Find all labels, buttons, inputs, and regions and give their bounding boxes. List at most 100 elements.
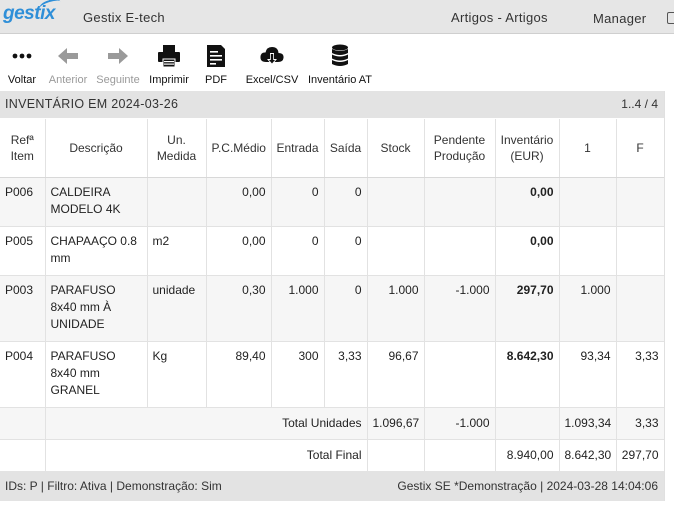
print-button[interactable]: Imprimir: [146, 35, 192, 90]
total-units-empty-cell: [0, 407, 46, 440]
cell-col-f: 3,33: [616, 341, 665, 408]
header-pc-medio-text: P.C.Médio: [211, 140, 266, 155]
user-menu[interactable]: Manager: [593, 11, 646, 26]
pdf-button[interactable]: PDF: [198, 35, 234, 90]
cell-pendente: [424, 226, 496, 276]
print-button-label: Imprimir: [149, 74, 189, 86]
header-descricao-text: Descrição: [69, 140, 123, 155]
column-header-stock[interactable]: Stock: [367, 119, 425, 178]
module-title: Artigos - Artigos: [451, 10, 548, 25]
filter-status: IDs: P | Filtro: Ativa | Demonstração: S…: [5, 479, 222, 493]
next-button[interactable]: Seguinte: [94, 35, 142, 90]
header-inventario-text: Inventário (EUR): [500, 132, 554, 163]
cell-stock: 1.000: [367, 275, 425, 342]
cell-ref: P004: [0, 341, 46, 408]
total-final-col-1: 8.642,30: [559, 439, 617, 472]
cell-inventario: 8.642,30: [495, 341, 560, 408]
cell-entrada: 0: [271, 226, 325, 276]
cell-col-1: 93,34: [559, 341, 617, 408]
inventario-at-button-label: Inventário AT: [308, 74, 372, 86]
cell-ref: P006: [0, 177, 46, 227]
column-header-ref[interactable]: Refª Item: [0, 119, 46, 178]
total-units-row: Total Unidades 1.096,67 -1.000 1.093,34 …: [0, 407, 665, 440]
table-row[interactable]: P003 PARAFUSO 8x40 mm À UNIDADE unidade …: [0, 275, 665, 342]
excel-csv-button-label: Excel/CSV: [245, 74, 299, 86]
column-header-unidade[interactable]: Un. Medida: [147, 119, 207, 178]
cell-inventario: 0,00: [495, 177, 560, 227]
header-unidade-text: Un. Medida: [156, 132, 197, 163]
inventario-at-button[interactable]: Inventário AT: [306, 35, 374, 90]
cell-ref: P005: [0, 226, 46, 276]
column-header-1[interactable]: 1: [559, 119, 617, 178]
gestix-logo[interactable]: gestix: [3, 0, 63, 25]
cell-pc-medio: 0,30: [206, 275, 272, 342]
header-ref-text: Refª Item: [10, 132, 34, 163]
cell-descricao: PARAFUSO 8x40 mm À UNIDADE: [45, 275, 148, 342]
previous-button-label: Anterior: [48, 74, 88, 86]
cell-inventario: 297,70: [495, 275, 560, 342]
cell-pendente: [424, 341, 496, 408]
total-final-empty-pendente: [424, 439, 496, 472]
column-header-entrada[interactable]: Entrada: [271, 119, 325, 178]
column-header-inventario[interactable]: Inventário (EUR): [495, 119, 560, 178]
cell-stock: [367, 177, 425, 227]
logout-icon[interactable]: [667, 12, 674, 24]
cell-descricao: PARAFUSO 8x40 mm GRANEL: [45, 341, 148, 408]
cell-col-f: [616, 177, 665, 227]
table-row[interactable]: P006 CALDEIRA MODELO 4K 0,00 0 0 0,00: [0, 177, 665, 227]
arrow-left-icon: [58, 48, 78, 64]
header-1-text: 1: [584, 140, 591, 155]
pdf-button-label: PDF: [205, 74, 227, 86]
cell-descricao: CALDEIRA MODELO 4K: [45, 177, 148, 227]
cell-entrada: 0: [271, 177, 325, 227]
cell-pc-medio: 89,40: [206, 341, 272, 408]
total-units-pendente: -1.000: [424, 407, 496, 440]
cell-unidade: m2: [147, 226, 207, 276]
cloud-download-icon: [260, 47, 284, 65]
total-units-inventario: [495, 407, 560, 440]
header-f-text: F: [636, 140, 644, 155]
total-final-row: Total Final 8.940,00 8.642,30 297,70: [0, 439, 665, 472]
header-entrada-text: Entrada: [276, 140, 319, 155]
cell-pc-medio: 0,00: [206, 177, 272, 227]
total-units-col-f: 3,33: [616, 407, 665, 440]
cell-saida: 0: [324, 177, 368, 227]
cell-ref: P003: [0, 275, 46, 342]
excel-csv-button[interactable]: Excel/CSV: [244, 35, 300, 90]
total-units-label: Total Unidades: [45, 407, 368, 440]
inventory-table: Refª Item Descrição Un. Medida P.C.Médio…: [0, 119, 665, 472]
cell-inventario: 0,00: [495, 226, 560, 276]
column-header-saida[interactable]: Saída: [324, 119, 368, 178]
cell-entrada: 1.000: [271, 275, 325, 342]
cell-saida: 3,33: [324, 341, 368, 408]
cell-col-f: [616, 275, 665, 342]
column-header-descricao[interactable]: Descrição: [45, 119, 148, 178]
cell-col-1: [559, 177, 617, 227]
next-button-label: Seguinte: [96, 74, 140, 86]
header-pendente-text: Pendente Produção: [433, 132, 486, 163]
total-final-inventario: 8.940,00: [495, 439, 560, 472]
column-header-f[interactable]: F: [616, 119, 665, 178]
column-header-pendente[interactable]: Pendente Produção: [424, 119, 496, 178]
header-saida-text: Saída: [329, 140, 362, 155]
toolbar: Voltar Anterior Seguinte Imprimir PDF Ex…: [0, 35, 674, 90]
column-header-pc-medio[interactable]: P.C.Médio: [206, 119, 272, 178]
cell-stock: 96,67: [367, 341, 425, 408]
cell-pendente: -1.000: [424, 275, 496, 342]
database-icon: [332, 44, 348, 66]
total-final-col-f: 297,70: [616, 439, 665, 472]
cell-saida: 0: [324, 226, 368, 276]
more-dots-icon: [12, 53, 32, 59]
vertical-scrollbar[interactable]: [664, 91, 674, 501]
section-header: INVENTÁRIO EM 2024-03-26 1..4 / 4: [0, 91, 664, 118]
previous-button[interactable]: Anterior: [45, 35, 91, 90]
cell-pc-medio: 0,00: [206, 226, 272, 276]
back-button-label: Voltar: [7, 74, 37, 86]
table-row[interactable]: P004 PARAFUSO 8x40 mm GRANEL Kg 89,40 30…: [0, 341, 665, 408]
total-units-stock: 1.096,67: [367, 407, 425, 440]
top-bar: gestix Gestix E-tech Artigos - Artigos M…: [0, 0, 674, 34]
back-button[interactable]: Voltar: [2, 35, 42, 90]
table-row[interactable]: P005 CHAPAAÇO 0.8 mm m2 0,00 0 0 0,00: [0, 226, 665, 276]
total-units-col-1: 1.093,34: [559, 407, 617, 440]
cell-unidade: Kg: [147, 341, 207, 408]
